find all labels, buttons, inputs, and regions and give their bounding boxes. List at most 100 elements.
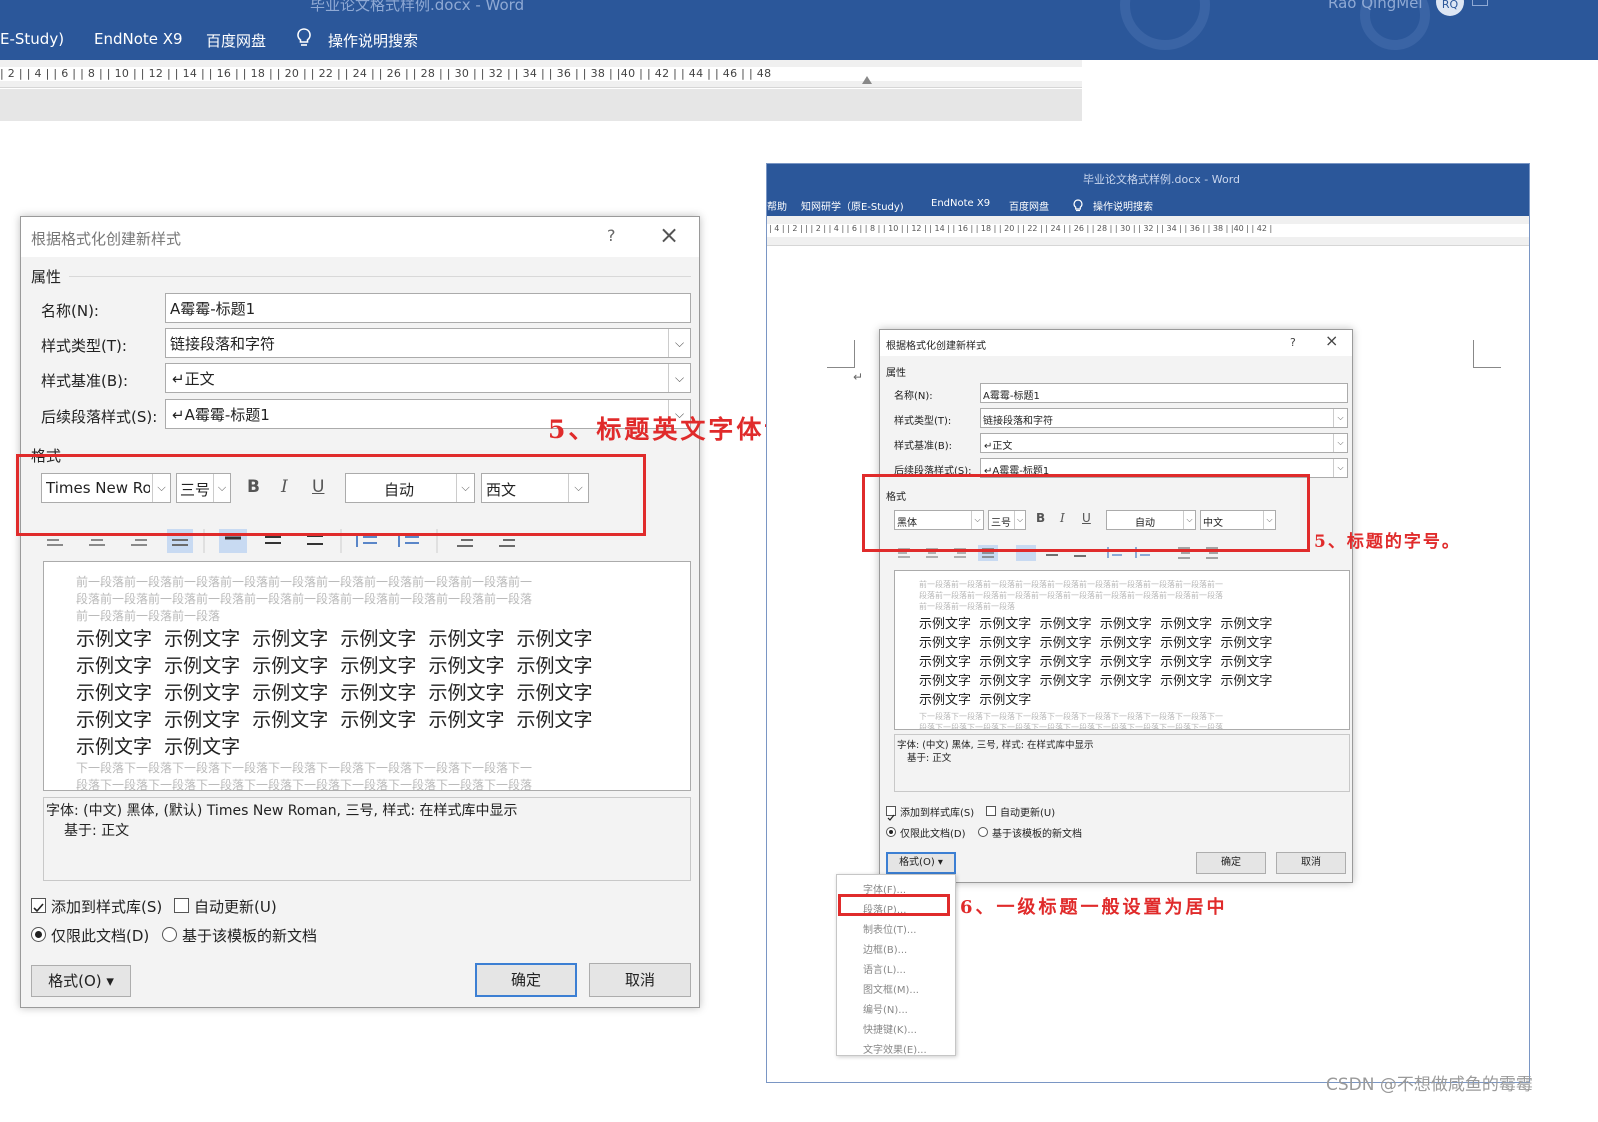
shot-ruler: | 4 | | 2 | | | 2 | | 4 | | 6 | | 8 | | …	[767, 216, 1529, 246]
menu-item-language[interactable]: 语言(L)...	[863, 961, 906, 976]
lightbulb-icon	[296, 28, 312, 48]
format-button[interactable]: 格式(O) ▾	[31, 965, 131, 997]
menu-endnote[interactable]: EndNote X9	[94, 30, 183, 48]
shot-format-button[interactable]: 格式(O) ▾	[886, 852, 956, 874]
shot-template-radio[interactable]	[978, 827, 988, 837]
preview-before-line: 前一段落前一段落前一段落前一段落前一段落前一段落前一段落前一段落前一段落前一	[76, 575, 533, 589]
sample-text: 示例文字	[979, 674, 1032, 689]
window-title: 毕业论文格式样例.docx - Word	[310, 0, 525, 14]
menu-item-border[interactable]: 边框(B)...	[863, 941, 907, 956]
style-base-select[interactable]: ↵正文 ⌵	[165, 363, 691, 393]
shot-menu-endnote[interactable]: EndNote X9	[931, 198, 990, 209]
shot-style-description: 字体: (中文) 黑体, 三号, 样式: 在样式库中显示 基于: 正文	[894, 734, 1350, 792]
auto-update-label[interactable]: 自动更新(U)	[194, 896, 277, 917]
sample-text: 示例文字	[1160, 674, 1213, 689]
menu-item-tabs[interactable]: 制表位(T)...	[863, 921, 916, 936]
annotation-center-heading: 6、一级标题一般设置为居中	[960, 897, 1228, 918]
ruler-numbers: | 2 | | 4 | | 6 | | 8 | | 10 | | 12 | | …	[0, 67, 772, 80]
shot-cancel-button[interactable]: 取消	[1276, 852, 1346, 874]
chevron-down-icon[interactable]: ⌵	[1333, 434, 1347, 452]
template-radio[interactable]	[162, 927, 177, 942]
shot-this-doc-label[interactable]: 仅限此文档(D)	[900, 825, 966, 840]
sample-text: 示例文字	[1039, 674, 1092, 689]
sample-text: 示例文字	[919, 674, 972, 689]
indent-marker-icon[interactable]	[862, 76, 872, 84]
shot-dialog: 根据格式化创建新样式 ? × 属性 名称(N): A霉霉-标题1 样式类型(T)…	[879, 329, 1353, 883]
sample-text: 示例文字	[428, 655, 505, 677]
add-to-gallery-label[interactable]: 添加到样式库(S)	[51, 896, 162, 917]
radio-dot	[889, 830, 893, 834]
radio-dot	[35, 931, 42, 938]
section-properties: 属性	[31, 268, 62, 286]
add-to-gallery-checkbox[interactable]	[31, 898, 46, 913]
shot-add-to-gallery-checkbox[interactable]	[886, 806, 896, 821]
shot-preview-after: 下一段落下一段落下一段落下一段落下一段落下一段落下一段落下一段落下一段落下一 段…	[919, 711, 1223, 730]
menu-estudy[interactable]: E-Study)	[0, 30, 64, 48]
ok-button[interactable]: 确定	[475, 963, 577, 997]
name-label: 名称(N):	[41, 302, 99, 320]
shot-auto-update-label[interactable]: 自动更新(U)	[1000, 804, 1055, 819]
shot-section-properties: 属性	[886, 368, 906, 379]
sample-text: 示例文字	[428, 709, 505, 731]
menu-baidu[interactable]: 百度网盘	[206, 30, 266, 51]
embedded-screenshot: 毕业论文格式样例.docx - Word 帮助 知网研学（原E-Study) E…	[766, 163, 1530, 1083]
shot-preview-before-line: 前一段落前一段落前一段落	[919, 602, 1015, 611]
menu-item-numbering[interactable]: 编号(N)...	[863, 1001, 908, 1016]
annotation-font-size: 5、标题的字号。	[1314, 532, 1461, 552]
shot-menu-baidu[interactable]: 百度网盘	[1009, 198, 1049, 213]
divider	[69, 276, 691, 277]
shot-name-field[interactable]: A霉霉-标题1	[980, 383, 1348, 403]
shot-template-label[interactable]: 基于该模板的新文档	[992, 825, 1082, 840]
this-doc-only-label[interactable]: 仅限此文档(D)	[51, 925, 149, 946]
shot-base-select[interactable]: ↵正文 ⌵	[980, 433, 1348, 453]
horizontal-ruler[interactable]: | 2 | | 4 | | 6 | | 8 | | 10 | | 12 | | …	[0, 60, 1082, 88]
sample-text: 示例文字	[1039, 655, 1092, 670]
chevron-down-icon[interactable]: ⌵	[668, 364, 690, 392]
sample-text: 示例文字	[76, 628, 153, 650]
help-button[interactable]: ?	[607, 226, 616, 245]
shot-close-icon[interactable]: ×	[1325, 331, 1338, 350]
highlight-paragraph-item	[838, 894, 950, 916]
name-field[interactable]: A霉霉-标题1	[165, 293, 691, 323]
menu-item-shortcut[interactable]: 快捷键(K)...	[863, 1021, 917, 1036]
auto-update-checkbox[interactable]	[174, 898, 189, 913]
page-corner-mark	[827, 340, 855, 368]
cancel-button[interactable]: 取消	[589, 963, 691, 997]
shot-ruler-numbers: | 4 | | 2 | | | 2 | | 4 | | 6 | | 8 | | …	[769, 224, 1273, 233]
preview-before-line: 段落前一段落前一段落前一段落前一段落前一段落前一段落前一段落前一段落前一段落	[76, 592, 533, 606]
template-label[interactable]: 基于该模板的新文档	[182, 925, 317, 946]
menu-item-frame[interactable]: 图文框(M)...	[863, 981, 919, 996]
style-type-select[interactable]: 链接段落和字符 ⌵	[165, 328, 691, 358]
sample-text: 示例文字	[340, 709, 417, 731]
sample-text: 示例文字	[252, 628, 329, 650]
shot-type-select[interactable]: 链接段落和字符 ⌵	[980, 408, 1348, 428]
sample-text: 示例文字	[340, 655, 417, 677]
shot-dialog-title: 根据格式化创建新样式	[886, 341, 986, 352]
chevron-down-icon[interactable]: ⌵	[668, 329, 690, 357]
sample-text: 示例文字	[516, 682, 593, 704]
paragraph-mark-icon: ↵	[853, 370, 864, 384]
shot-add-to-gallery-label[interactable]: 添加到样式库(S)	[900, 804, 974, 819]
chevron-down-icon[interactable]: ⌵	[1333, 459, 1347, 477]
close-icon[interactable]: ×	[659, 221, 679, 249]
tell-me-search[interactable]: 操作说明搜索	[328, 30, 418, 51]
watermark: CSDN @不想做咸鱼的霉霉	[1326, 1075, 1533, 1095]
preview-after-text: 下一段落下一段落下一段落下一段落下一段落下一段落下一段落下一段落下一段落下一 段…	[76, 760, 532, 790]
shot-auto-update-checkbox[interactable]	[986, 806, 996, 816]
shot-this-doc-radio[interactable]	[886, 827, 896, 837]
ribbon-display-icon[interactable]	[1472, 0, 1488, 6]
chevron-down-icon[interactable]: ⌵	[1333, 409, 1347, 427]
shot-ok-button[interactable]: 确定	[1196, 852, 1266, 874]
shot-search[interactable]: 操作说明搜索	[1093, 198, 1153, 213]
user-name[interactable]: Rao QingMei	[1328, 0, 1423, 12]
shot-menu-cnki[interactable]: 知网研学（原E-Study)	[801, 198, 904, 213]
shot-help-button[interactable]: ?	[1290, 336, 1296, 349]
menu-item-text-effects[interactable]: 文字效果(E)...	[863, 1041, 927, 1056]
shot-menu-help[interactable]: 帮助	[767, 198, 787, 213]
description-line: 基于: 正文	[64, 823, 130, 839]
sample-text: 示例文字	[252, 682, 329, 704]
this-doc-only-radio[interactable]	[31, 927, 46, 942]
sample-text: 示例文字	[1220, 636, 1273, 651]
shot-preview-after-line: 段落下一段落下一段落下一段落下一段落下一段落下一段落下一段落下一段落下一段落	[919, 723, 1223, 730]
sample-text: 示例文字	[164, 709, 241, 731]
